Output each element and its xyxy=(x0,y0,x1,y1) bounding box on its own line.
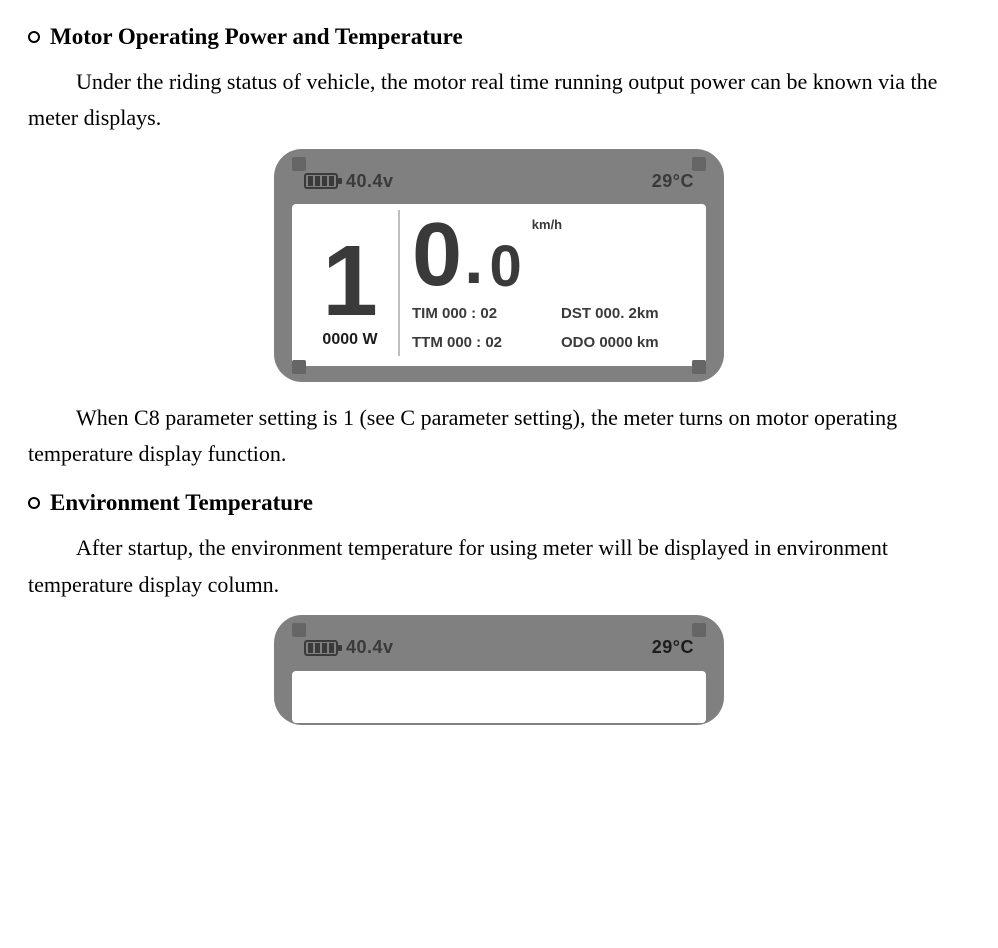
battery-status: 40.4v xyxy=(304,633,394,663)
battery-icon xyxy=(304,173,338,189)
power-readout: 0000 W xyxy=(322,327,377,353)
screw-icon xyxy=(292,157,306,171)
battery-voltage: 40.4v xyxy=(346,167,394,197)
section-heading-row: Motor Operating Power and Temperature xyxy=(28,18,970,56)
dst-readout: DST 000. 2km xyxy=(561,302,696,327)
bullet-icon xyxy=(28,31,40,43)
paragraph: After startup, the environment temperatu… xyxy=(28,530,970,603)
meter-device: 40.4v 29°C 1 0000 W 0 . 0 km/h xyxy=(274,149,724,382)
speed-readout: 0 . 0 km/h xyxy=(412,210,696,300)
speed-major: 0 xyxy=(412,210,458,300)
speed-minor: 0 xyxy=(490,238,522,296)
meter-left-column: 1 0000 W xyxy=(302,210,398,356)
temperature-readout: 29°C xyxy=(652,167,694,197)
meter-left-column xyxy=(302,677,398,679)
odo-readout: ODO 0000 km xyxy=(561,331,696,356)
document-page: Motor Operating Power and Temperature Un… xyxy=(0,0,998,725)
meter-main-display xyxy=(292,671,706,723)
bullet-icon xyxy=(28,497,40,509)
screw-icon xyxy=(692,360,706,374)
meter-figure: 40.4v 29°C 1 0000 W 0 . 0 km/h xyxy=(28,149,970,382)
meter-right-column: 0 . 0 km/h TIM 000 : 02 DST 000. 2km TTM… xyxy=(398,210,696,356)
speed-dot: . xyxy=(464,224,483,294)
meter-figure: 40.4v 29°C xyxy=(28,615,970,725)
screw-icon xyxy=(692,157,706,171)
section-title: Motor Operating Power and Temperature xyxy=(50,18,463,56)
screw-icon xyxy=(292,623,306,637)
section-title: Environment Temperature xyxy=(50,484,313,522)
meter-main-display: 1 0000 W 0 . 0 km/h TIM 000 : 02 DST 000… xyxy=(292,204,706,366)
tim-readout: TIM 000 : 02 xyxy=(412,302,547,327)
battery-icon xyxy=(304,640,338,656)
pas-level: 1 xyxy=(322,231,378,331)
meter-status-bar: 40.4v 29°C xyxy=(292,163,706,205)
temperature-readout: 29°C xyxy=(652,633,694,663)
ttm-readout: TTM 000 : 02 xyxy=(412,331,547,356)
speed-unit: km/h xyxy=(532,218,562,231)
meter-status-bar: 40.4v 29°C xyxy=(292,629,706,671)
trip-info-grid: TIM 000 : 02 DST 000. 2km TTM 000 : 02 O… xyxy=(412,302,696,356)
battery-status: 40.4v xyxy=(304,167,394,197)
section-heading-row: Environment Temperature xyxy=(28,484,970,522)
screw-icon xyxy=(292,360,306,374)
screw-icon xyxy=(692,623,706,637)
paragraph: Under the riding status of vehicle, the … xyxy=(28,64,970,137)
meter-device: 40.4v 29°C xyxy=(274,615,724,725)
battery-voltage: 40.4v xyxy=(346,633,394,663)
paragraph: When C8 parameter setting is 1 (see C pa… xyxy=(28,400,970,473)
